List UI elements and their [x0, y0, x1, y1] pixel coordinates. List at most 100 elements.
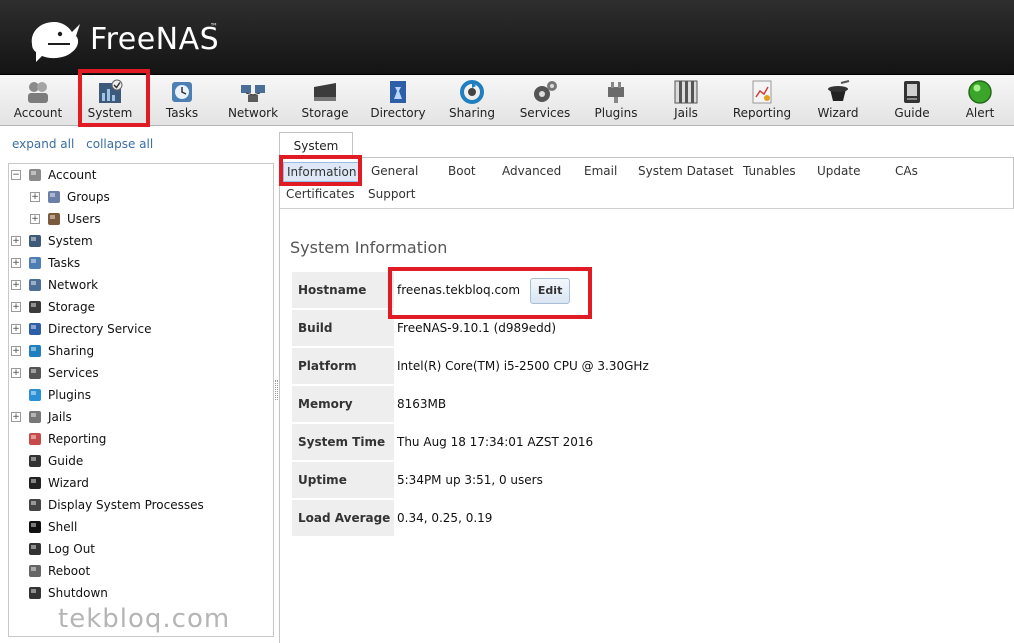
- tree-item-guide[interactable]: Guide: [11, 451, 83, 471]
- toolbar-reporting-button[interactable]: Reporting: [724, 75, 800, 125]
- services-icon: [29, 367, 41, 379]
- subtab-support[interactable]: Support: [368, 187, 415, 201]
- tree-item-users[interactable]: + Users: [30, 209, 101, 229]
- services-icon: [534, 81, 557, 102]
- tree-item-reboot[interactable]: Reboot: [11, 561, 90, 581]
- tree-item-label: Reboot: [48, 564, 91, 578]
- toolbar-services-label: Services: [519, 106, 571, 120]
- tree-item-system[interactable]: + System: [11, 231, 93, 251]
- tree-item-jails[interactable]: + Jails: [11, 407, 72, 427]
- expand-icon[interactable]: +: [11, 280, 21, 290]
- subtab-system-dataset[interactable]: System Dataset: [638, 164, 734, 178]
- info-row-uptime: Uptime 5:34PM up 3:51, 0 users: [292, 462, 712, 500]
- sharing-icon: [29, 345, 41, 357]
- subtab-update[interactable]: Update: [817, 164, 860, 178]
- expand-icon[interactable]: +: [11, 324, 21, 334]
- expand-icon[interactable]: +: [30, 214, 40, 224]
- tree-item-log-out[interactable]: Log Out: [11, 539, 95, 559]
- subtab-general[interactable]: General: [371, 164, 418, 178]
- tree-item-network[interactable]: + Network: [11, 275, 98, 295]
- expand-icon[interactable]: +: [11, 302, 21, 312]
- toolbar-guide-button[interactable]: Guide: [878, 75, 946, 125]
- shell-icon: [29, 521, 41, 533]
- tree-expand-controls: expand all collapse all: [12, 137, 161, 151]
- toolbar-directory-button[interactable]: Directory: [362, 75, 434, 125]
- tree-item-label: Users: [67, 212, 101, 226]
- toolbar-jails-button[interactable]: Jails: [652, 75, 720, 125]
- tree-item-label: Jails: [48, 410, 72, 424]
- tree-item-account[interactable]: − Account: [11, 165, 96, 185]
- subtab-boot[interactable]: Boot: [448, 164, 476, 178]
- tree-item-label: Network: [48, 278, 99, 292]
- collapse-all-link[interactable]: collapse all: [86, 137, 153, 151]
- toolbar-tasks-button[interactable]: Tasks: [148, 75, 216, 125]
- main-toolbar: Account System Tasks Network Storage Dir…: [0, 75, 1014, 126]
- collapse-icon[interactable]: −: [11, 170, 21, 180]
- tree-item-label: Services: [48, 366, 99, 380]
- expand-icon[interactable]: +: [11, 346, 21, 356]
- section-title: System Information: [290, 238, 448, 257]
- tree-item-storage[interactable]: + Storage: [11, 297, 95, 317]
- tree-item-label: Wizard: [48, 476, 89, 490]
- tree-item-shell[interactable]: Shell: [11, 517, 77, 537]
- tree-item-directory-service[interactable]: + Directory Service: [11, 319, 151, 339]
- toolbar-wizard-button[interactable]: Wizard: [804, 75, 872, 125]
- expand-icon[interactable]: +: [11, 412, 21, 422]
- tree-item-shutdown[interactable]: Shutdown: [11, 583, 108, 603]
- tree-item-plugins[interactable]: Plugins: [11, 385, 91, 405]
- freenas-logo-text: FreeNAS: [90, 22, 220, 57]
- info-value: FreeNAS-9.10.1 (d989edd): [397, 321, 557, 335]
- subtab-certificates[interactable]: Certificates: [286, 187, 355, 201]
- toolbar-sharing-button[interactable]: Sharing: [436, 75, 508, 125]
- toolbar-plugins-button[interactable]: Plugins: [582, 75, 650, 125]
- tab-system[interactable]: System: [279, 132, 353, 158]
- toolbar-alert-button[interactable]: Alert: [950, 75, 1010, 125]
- account-icon: [28, 82, 48, 103]
- subtab-information[interactable]: Information: [283, 162, 361, 182]
- tree-item-label: Storage: [48, 300, 95, 314]
- logo-trademark: ™: [210, 22, 218, 31]
- tree-item-label: Plugins: [48, 388, 91, 402]
- watermark-text: tekbloq.com: [58, 604, 231, 634]
- toolbar-account-button[interactable]: Account: [4, 75, 72, 125]
- shutdown-icon: [29, 587, 41, 599]
- storage-icon: [314, 83, 336, 101]
- subtab-email[interactable]: Email: [584, 164, 617, 178]
- guide-icon: [29, 455, 41, 467]
- toolbar-storage-button[interactable]: Storage: [290, 75, 360, 125]
- tree-item-tasks[interactable]: + Tasks: [11, 253, 80, 273]
- tree-item-display-system-processes[interactable]: Display System Processes: [11, 495, 204, 515]
- tree-item-reporting[interactable]: Reporting: [11, 429, 106, 449]
- reporting-icon: [29, 433, 41, 445]
- expand-icon[interactable]: +: [11, 258, 21, 268]
- storage-icon: [29, 301, 41, 313]
- subtab-cas[interactable]: CAs: [895, 164, 918, 178]
- users-icon: [48, 213, 60, 225]
- expand-all-link[interactable]: expand all: [12, 137, 74, 151]
- expand-icon[interactable]: +: [11, 236, 21, 246]
- info-key: System Time: [292, 424, 394, 460]
- info-row-system-time: System Time Thu Aug 18 17:34:01 AZST 201…: [292, 424, 712, 462]
- subtab-advanced[interactable]: Advanced: [502, 164, 561, 178]
- toolbar-system-button[interactable]: System: [76, 75, 144, 125]
- expand-icon[interactable]: +: [30, 192, 40, 202]
- tree-item-label: System: [48, 234, 93, 248]
- system-icon: [99, 79, 123, 103]
- panel-splitter-handle[interactable]: [275, 380, 278, 400]
- tree-item-sharing[interactable]: + Sharing: [11, 341, 94, 361]
- system-info-table: Hostname freenas.tekbloq.com Edit Build …: [292, 272, 712, 538]
- tree-item-services[interactable]: + Services: [11, 363, 99, 383]
- expand-icon[interactable]: +: [11, 368, 21, 378]
- info-key: Build: [292, 310, 394, 346]
- tree-item-label: Shell: [48, 520, 78, 534]
- info-key: Uptime: [292, 462, 394, 498]
- edit-hostname-button[interactable]: Edit: [529, 277, 571, 304]
- subtab-tunables[interactable]: Tunables: [743, 164, 796, 178]
- toolbar-guide-label: Guide: [894, 106, 930, 120]
- toolbar-network-button[interactable]: Network: [218, 75, 288, 125]
- tree-item-wizard[interactable]: Wizard: [11, 473, 89, 493]
- info-row-hostname: Hostname freenas.tekbloq.com Edit: [292, 272, 712, 310]
- toolbar-services-button[interactable]: Services: [510, 75, 580, 125]
- tree-item-label: Tasks: [48, 256, 81, 270]
- tree-item-groups[interactable]: + Groups: [30, 187, 110, 207]
